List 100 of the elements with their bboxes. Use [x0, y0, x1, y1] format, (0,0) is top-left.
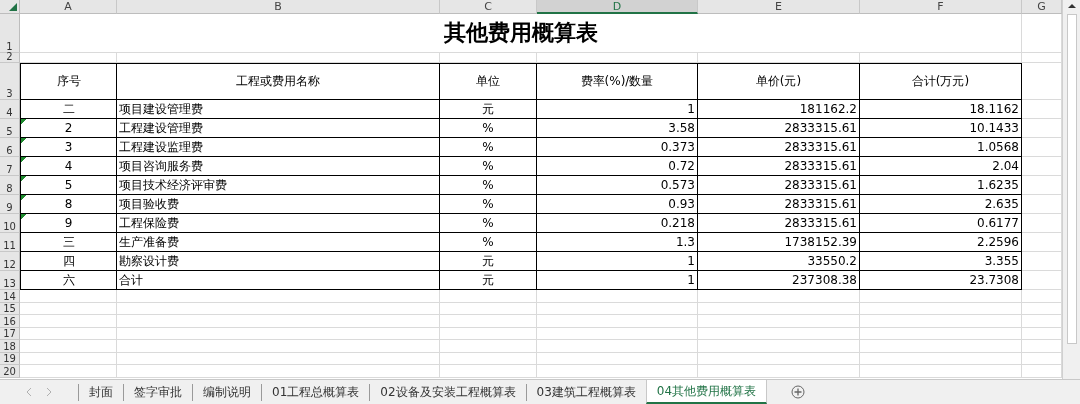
row-header[interactable]: 12 — [0, 252, 20, 271]
empty-cell[interactable] — [698, 290, 860, 303]
empty-cell[interactable] — [860, 315, 1022, 328]
empty-cell[interactable] — [698, 302, 860, 315]
table-cell: % — [440, 195, 537, 214]
empty-cell[interactable] — [117, 365, 440, 378]
sheet-tab[interactable]: 签字审批 — [123, 384, 192, 401]
empty-cell[interactable] — [440, 315, 537, 328]
table-cell: 0.93 — [537, 195, 698, 214]
empty-cell[interactable] — [698, 340, 860, 353]
row-header[interactable]: 11 — [0, 233, 20, 252]
table-cell: 2833315.61 — [698, 119, 860, 138]
empty-cell[interactable] — [117, 315, 440, 328]
column-header[interactable]: E — [698, 0, 860, 14]
column-header[interactable]: C — [440, 0, 537, 14]
empty-cell[interactable] — [117, 340, 440, 353]
table-cell: 2.04 — [860, 157, 1022, 176]
row-header[interactable]: 7 — [0, 157, 20, 176]
empty-cell[interactable] — [117, 302, 440, 315]
empty-cell[interactable] — [860, 53, 1022, 63]
table-cell: 8 — [20, 195, 117, 214]
table-cell: 1.3 — [537, 233, 698, 252]
table-cell: 2833315.61 — [698, 195, 860, 214]
scroll-thumb[interactable] — [1066, 14, 1077, 344]
column-header[interactable]: F — [860, 0, 1022, 14]
table-cell: 33550.2 — [698, 252, 860, 271]
column-header[interactable]: A — [20, 0, 117, 14]
row-header[interactable]: 2 — [0, 53, 20, 63]
row-header[interactable]: 4 — [0, 100, 20, 119]
empty-cell[interactable] — [537, 302, 698, 315]
table-cell: 18.1162 — [860, 100, 1022, 119]
empty-cell[interactable] — [537, 340, 698, 353]
table-cell: 0.373 — [537, 138, 698, 157]
table-cell: 工程建设监理费 — [117, 138, 440, 157]
sheet-tab[interactable]: 01工程总概算表 — [261, 384, 370, 401]
row-header[interactable]: 3 — [0, 63, 20, 100]
empty-cell[interactable] — [860, 290, 1022, 303]
empty-cell[interactable] — [117, 53, 440, 63]
row-header[interactable]: 5 — [0, 119, 20, 138]
row-header[interactable]: 9 — [0, 195, 20, 214]
column-header[interactable]: B — [117, 0, 440, 14]
empty-cell[interactable] — [117, 352, 440, 365]
table-cell: 0.72 — [537, 157, 698, 176]
empty-cell[interactable] — [698, 327, 860, 340]
row-header[interactable]: 16 — [0, 315, 20, 328]
empty-cell[interactable] — [117, 327, 440, 340]
empty-cell[interactable] — [537, 365, 698, 378]
next-sheet-icon[interactable] — [46, 388, 52, 396]
row-header[interactable]: 8 — [0, 176, 20, 195]
column-header[interactable]: G — [1022, 0, 1062, 14]
table-cell: 三 — [20, 233, 117, 252]
select-all-icon[interactable] — [9, 3, 17, 11]
empty-cell[interactable] — [537, 352, 698, 365]
row-header[interactable]: 18 — [0, 340, 20, 353]
empty-cell[interactable] — [440, 352, 537, 365]
empty-cell[interactable] — [440, 302, 537, 315]
empty-cell[interactable] — [537, 327, 698, 340]
sheet-tab[interactable]: 03建筑工程概算表 — [525, 384, 646, 401]
table-cell: 2833315.61 — [698, 138, 860, 157]
empty-cell[interactable] — [698, 315, 860, 328]
table-cell: 2.635 — [860, 195, 1022, 214]
column-header[interactable]: D — [537, 0, 698, 14]
table-cell: 237308.38 — [698, 271, 860, 290]
empty-cell[interactable] — [440, 340, 537, 353]
table-cell: 0.218 — [537, 214, 698, 233]
empty-cell[interactable] — [440, 53, 537, 63]
empty-cell[interactable] — [860, 327, 1022, 340]
scroll-up-icon[interactable] — [1066, 2, 1077, 10]
empty-cell[interactable] — [440, 290, 537, 303]
sheet-tab[interactable]: 02设备及安装工程概算表 — [369, 384, 526, 401]
empty-cell[interactable] — [440, 327, 537, 340]
empty-cell[interactable] — [698, 352, 860, 365]
empty-cell[interactable] — [440, 365, 537, 378]
empty-cell[interactable] — [860, 365, 1022, 378]
sheet-tab[interactable]: 封面 — [78, 384, 123, 401]
empty-cell[interactable] — [537, 315, 698, 328]
previous-sheet-icon[interactable] — [26, 388, 32, 396]
table-cell: 工程保险费 — [117, 214, 440, 233]
empty-cell[interactable] — [698, 365, 860, 378]
empty-cell[interactable] — [698, 53, 860, 63]
empty-cell[interactable] — [117, 290, 440, 303]
row-header[interactable]: 1 — [0, 14, 20, 53]
table-cell: 2.2596 — [860, 233, 1022, 252]
row-header[interactable]: 10 — [0, 214, 20, 233]
row-header[interactable]: 20 — [0, 365, 20, 378]
sheet-tab[interactable]: 04其他费用概算表 — [645, 380, 768, 404]
row-header[interactable]: 6 — [0, 138, 20, 157]
empty-cell[interactable] — [860, 340, 1022, 353]
table-cell: 4 — [20, 157, 117, 176]
table-cell: 合计 — [117, 271, 440, 290]
empty-cell[interactable] — [537, 290, 698, 303]
table-cell: % — [440, 214, 537, 233]
empty-cell[interactable] — [860, 352, 1022, 365]
empty-cell[interactable] — [860, 302, 1022, 315]
row-header[interactable]: 13 — [0, 271, 20, 290]
table-cell: 10.1433 — [860, 119, 1022, 138]
sheet-tab[interactable]: 编制说明 — [192, 384, 261, 401]
empty-cell[interactable] — [537, 53, 698, 63]
row-header[interactable]: 14 — [0, 290, 20, 303]
table-header-cell: 单位 — [440, 63, 537, 100]
